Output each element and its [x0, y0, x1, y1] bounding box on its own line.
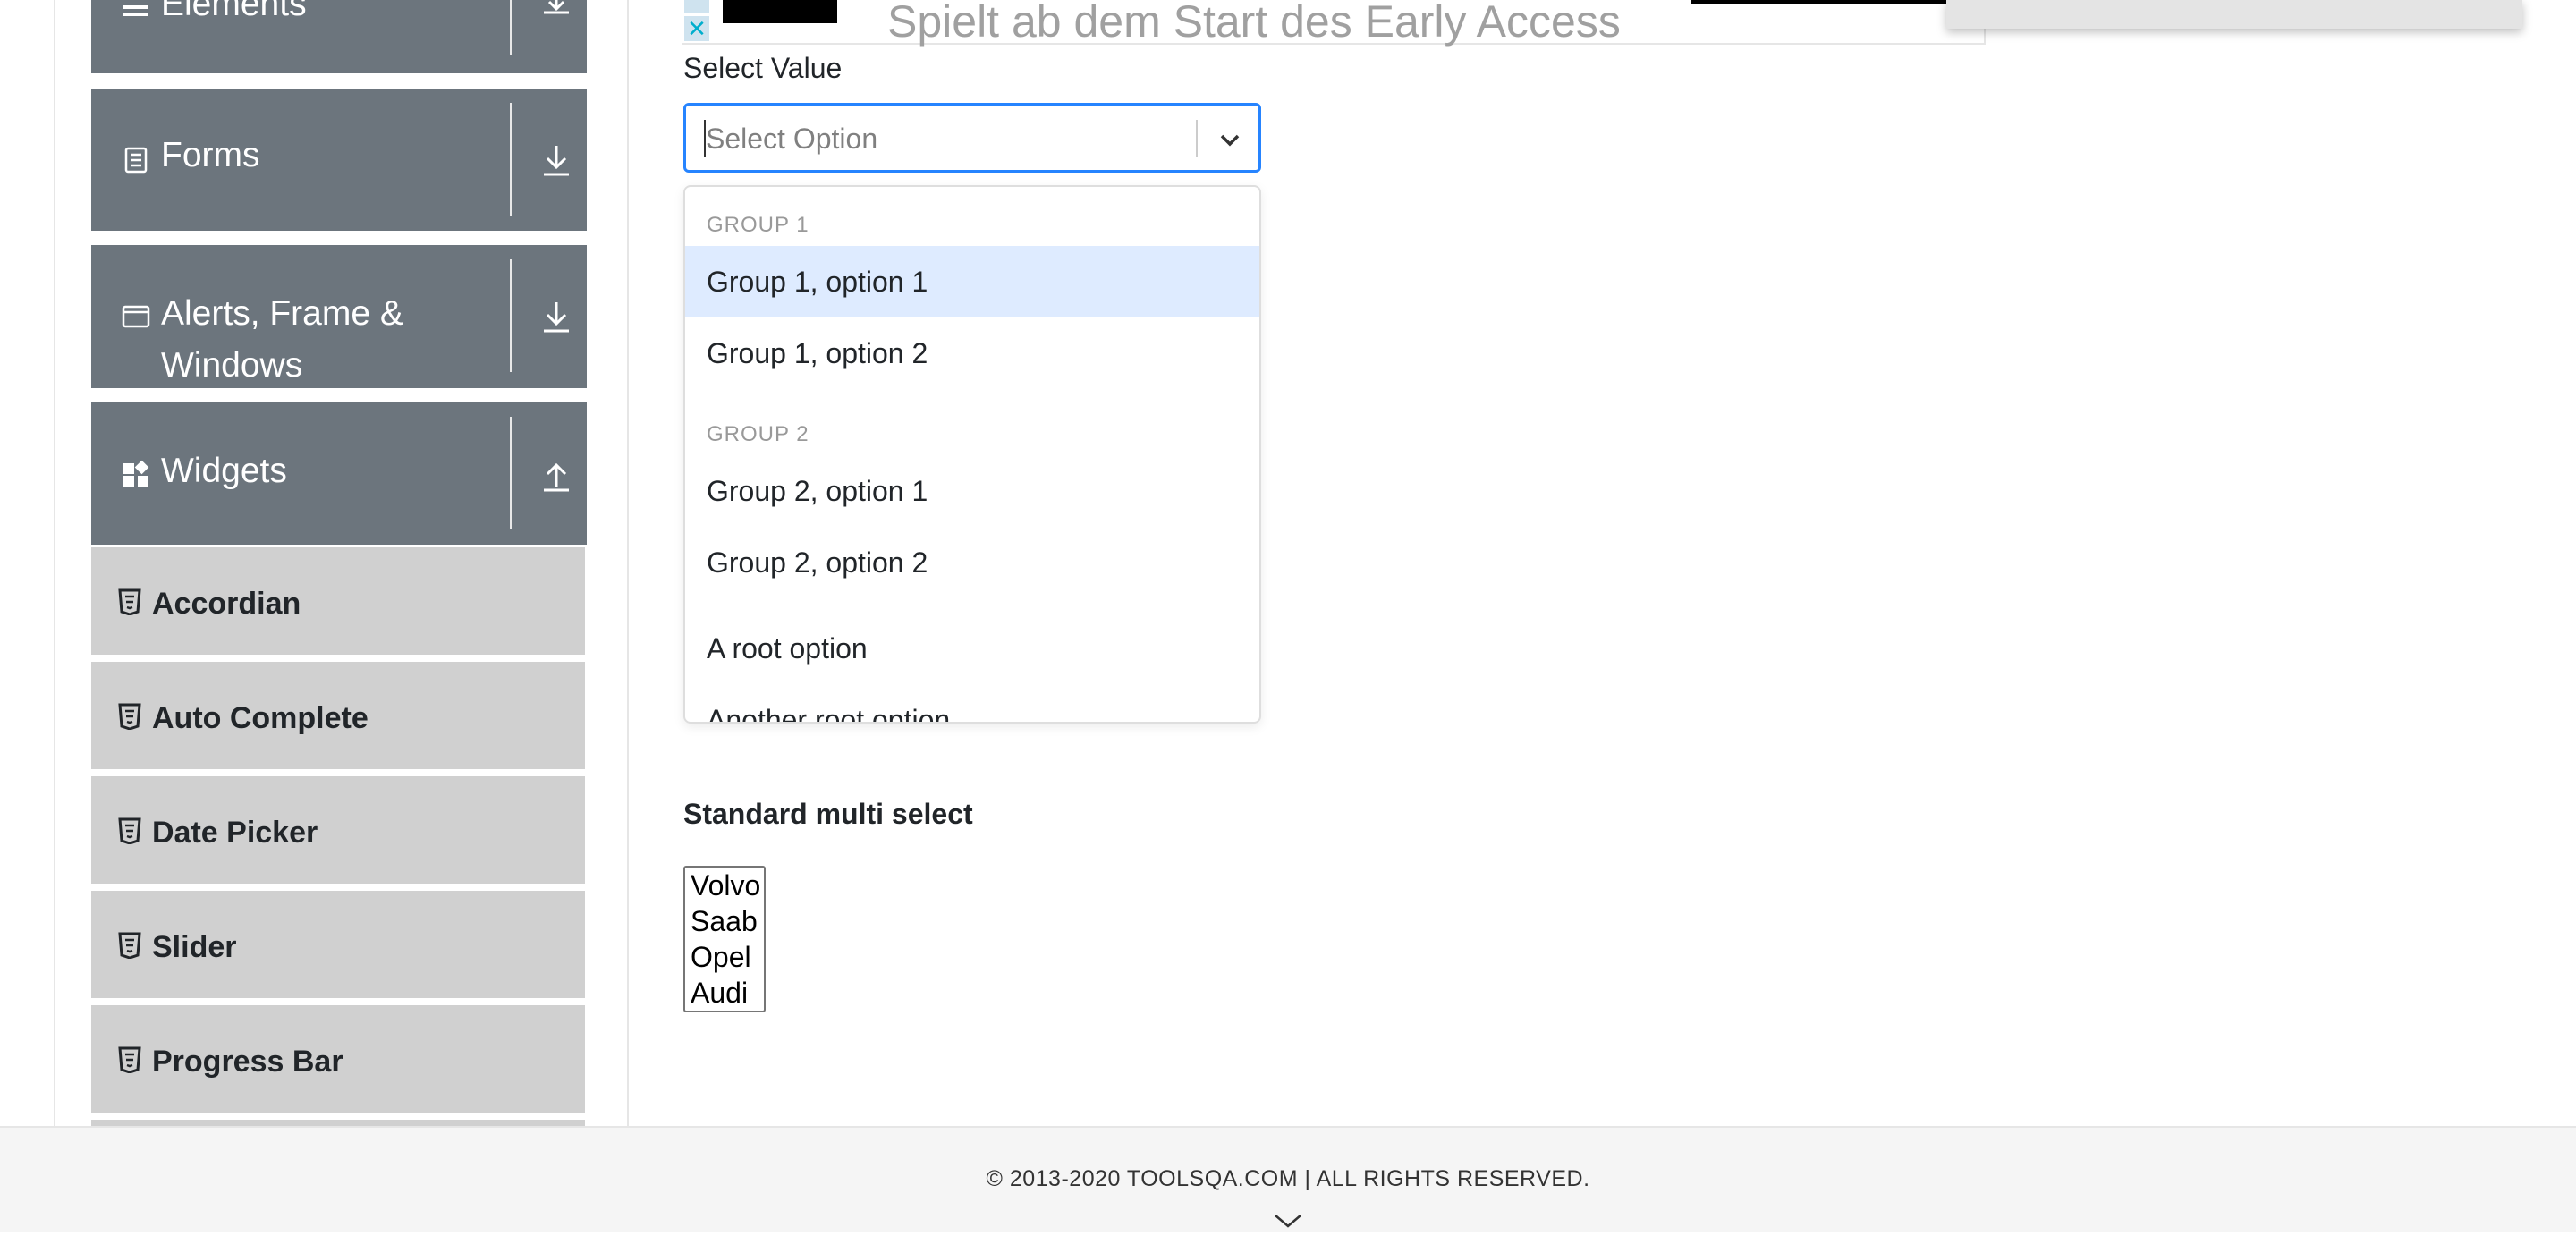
upload-icon[interactable] [538, 458, 574, 494]
footer-copyright: © 2013-2020 TOOLSQA.COM | ALL RIGHTS RES… [986, 1166, 1590, 1191]
content-divider [627, 0, 629, 1127]
html5-icon [118, 817, 141, 845]
group-separator [510, 259, 512, 372]
select-dropdown-menu[interactable]: GROUP 1 Group 1, option 1 Group 1, optio… [683, 185, 1261, 724]
dropdown-option[interactable]: Group 2, option 1 [685, 455, 1259, 527]
sidebar-group-elements[interactable]: Elements [91, 0, 587, 73]
sidebar-item-auto-complete[interactable]: Auto Complete [91, 662, 585, 773]
dropdown-option[interactable]: Another root option [685, 684, 1259, 722]
sidebar-item-label: Auto Complete [152, 701, 369, 735]
ad-bar [1690, 0, 1950, 4]
window-icon [122, 302, 150, 331]
multi-select-list[interactable]: Volvo Saab Opel Audi [683, 866, 766, 1012]
html5-icon [118, 932, 141, 960]
indicator-separator [1196, 120, 1198, 157]
group-heading: GROUP 1 [707, 213, 809, 237]
dropdown-option[interactable]: Group 2, option 2 [685, 527, 1259, 598]
dropdown-option[interactable]: Group 1, option 2 [685, 317, 1259, 389]
multi-select-option[interactable]: Audi [691, 975, 748, 1011]
footer: © 2013-2020 TOOLSQA.COM | ALL RIGHTS RES… [0, 1126, 2576, 1232]
sidebar-item-progress-bar[interactable]: Progress Bar [91, 1005, 585, 1116]
sidebar-item-accordian[interactable]: Accordian [91, 547, 585, 658]
multi-select-title: Standard multi select [683, 798, 973, 830]
dropdown-option[interactable]: A root option [685, 613, 1259, 684]
dropdown-option[interactable]: Group 1, option 1 [685, 246, 1259, 317]
multi-select-option[interactable]: Volvo [691, 868, 760, 903]
sidebar-item-date-picker[interactable]: Date Picker [91, 776, 585, 887]
sidebar-group-forms[interactable]: Forms [91, 89, 587, 231]
multi-select-option[interactable]: Saab [691, 903, 758, 939]
sidebar-group-label: Forms [161, 136, 260, 174]
select-value-control[interactable]: Select Option [683, 103, 1261, 173]
document-icon [122, 146, 150, 174]
text-cursor [704, 120, 706, 157]
sidebar-group-widgets[interactable]: Widgets [91, 402, 587, 545]
html5-icon [118, 703, 141, 731]
sidebar-group-label-line1: Alerts, Frame & [161, 294, 403, 333]
chevron-down-icon[interactable] [1272, 1210, 1304, 1232]
download-icon[interactable] [538, 142, 574, 178]
select-placeholder: Select Option [706, 123, 878, 155]
chevron-down-icon[interactable] [1216, 125, 1244, 154]
ad-pattern [1946, 0, 2522, 29]
download-icon[interactable] [538, 0, 574, 32]
ad-choices-icon[interactable] [684, 0, 709, 13]
select-value-label: Select Value [683, 52, 843, 84]
multi-select-option[interactable]: Opel [691, 939, 751, 975]
sidebar-item-slider[interactable]: Slider [91, 891, 585, 1002]
widgets-icon [122, 460, 150, 488]
sidebar-group-label: Widgets [161, 452, 287, 490]
sidebar-item-label: Accordian [152, 587, 301, 621]
sidebar-group-alerts-frame-windows[interactable]: Alerts, Frame & Windows [91, 245, 587, 388]
ad-close-icon[interactable]: ✕ [684, 16, 709, 41]
group-separator [510, 103, 512, 216]
sidebar-item-label: Date Picker [152, 816, 318, 850]
group-separator [510, 0, 512, 55]
sidebar-item-label: Progress Bar [152, 1045, 343, 1079]
sidebar-group-label: Elements [161, 0, 307, 23]
hamburger-icon [122, 0, 150, 29]
html5-icon [118, 1046, 141, 1074]
ad-image [723, 0, 837, 23]
group-heading: GROUP 2 [707, 422, 809, 446]
ad-text[interactable]: Spielt ab dem Start des Early Access [887, 0, 1621, 48]
download-icon[interactable] [538, 299, 574, 334]
sidebar-item-label: Slider [152, 930, 237, 964]
html5-icon [118, 588, 141, 616]
left-divider [54, 0, 55, 1127]
sidebar-group-label-line2: Windows [161, 346, 303, 385]
group-separator [510, 417, 512, 529]
